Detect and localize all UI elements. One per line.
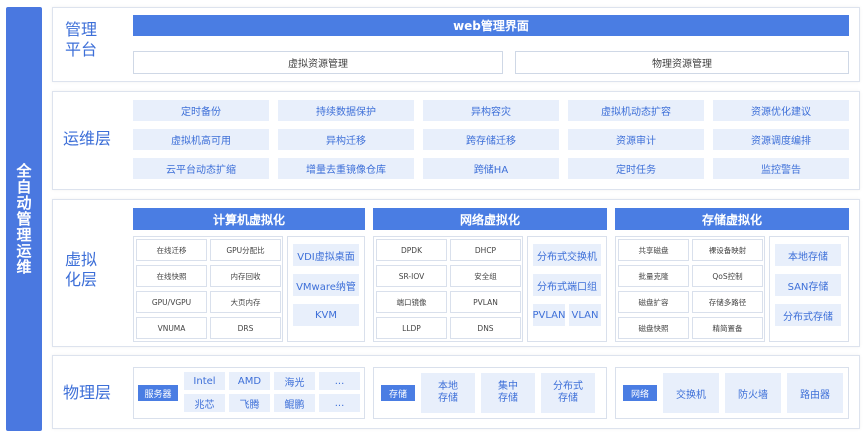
server-tag: 服务器 <box>138 385 178 401</box>
ops-item: 虚拟机动态扩容 <box>568 100 704 121</box>
server-vendor: AMD <box>229 372 270 390</box>
compute-feature: DRS <box>210 317 281 339</box>
network-side-item: 分布式端口组 <box>533 274 601 296</box>
virtualization-title: 虚拟 化层 <box>65 250 98 289</box>
physical-title: 物理层 <box>63 383 112 402</box>
network-feature: LLDP <box>376 317 447 339</box>
virtual-resource-mgmt: 虚拟资源管理 <box>133 51 503 74</box>
network-side-item: 分布式交换机 <box>533 244 601 266</box>
server-vendor: ... <box>319 394 360 412</box>
storage-feature: 精简置备 <box>692 317 763 339</box>
side-banner: 全自动管理运维 <box>6 7 42 431</box>
physical-panel: 物理层 服务器 存储 网络 Intel AMD 海光... 兆芯 飞腾 鲲鹏... 本地 存储… <box>52 355 860 429</box>
compute-feature: VNUMA <box>136 317 207 339</box>
storage-feature: 裸设备映射 <box>692 239 763 261</box>
storage-feature: 存储多路径 <box>692 291 763 313</box>
physical-resource-mgmt: 物理资源管理 <box>515 51 849 74</box>
phys-storage-item: 集中 存储 <box>481 373 535 413</box>
compute-feature: GPU分配比 <box>210 239 281 261</box>
ops-title: 运维层 <box>63 129 112 148</box>
network-feature: DPDK <box>376 239 447 261</box>
side-title: 全自动管理运维 <box>14 163 33 275</box>
ops-item: 定时备份 <box>133 100 269 121</box>
storage-feature: 磁盘快照 <box>618 317 689 339</box>
network-feature: 安全组 <box>450 265 521 287</box>
network-feature: DHCP <box>450 239 521 261</box>
phys-storage-item-line: 存储 <box>498 393 518 404</box>
compute-side-item: VDI虚拟桌面 <box>293 244 359 266</box>
storage-feature: 共享磁盘 <box>618 239 689 261</box>
ops-item: 资源优化建议 <box>713 100 849 121</box>
storage-virt-header: 存储虚拟化 <box>615 208 849 230</box>
ops-item: 增量去重镜像仓库 <box>278 158 414 179</box>
virtualization-panel: 虚拟 化层 计算机虚拟化 网络虚拟化 存储虚拟化 在线迁移 GPU分配比 在线快照内… <box>52 199 860 347</box>
network-feature: SR-IOV <box>376 265 447 287</box>
server-vendor: 鲲鹏 <box>274 394 315 412</box>
ops-item: 资源调度编排 <box>713 129 849 150</box>
server-vendor: 海光 <box>274 372 315 390</box>
storage-side-item: SAN存储 <box>775 274 841 296</box>
ops-item: 异构容灾 <box>423 100 559 121</box>
phys-storage-item: 分布式 存储 <box>541 373 595 413</box>
server-vendor: ... <box>319 372 360 390</box>
phys-storage-tag: 存储 <box>381 385 415 401</box>
storage-side-item: 本地存储 <box>775 244 841 266</box>
network-feature: 端口镜像 <box>376 291 447 313</box>
ops-item: 定时任务 <box>568 158 704 179</box>
phys-storage-item-line: 存储 <box>438 393 458 404</box>
phys-storage-item-line: 分布式 <box>553 381 583 392</box>
compute-side-item: VMware纳管 <box>293 274 359 296</box>
ops-item: 跨存储迁移 <box>423 129 559 150</box>
phys-network-tag: 网络 <box>623 385 657 401</box>
management-title: 管理 平台 <box>65 20 98 59</box>
ops-item: 异构迁移 <box>278 129 414 150</box>
storage-feature: QoS控制 <box>692 265 763 287</box>
server-vendor: 兆芯 <box>184 394 225 412</box>
ops-item: 虚拟机高可用 <box>133 129 269 150</box>
compute-feature: GPU/VGPU <box>136 291 207 313</box>
phys-storage-item-line: 存储 <box>558 393 578 404</box>
management-panel: 管理 平台 web管理界面 虚拟资源管理 物理资源管理 <box>52 7 860 82</box>
compute-feature: 在线迁移 <box>136 239 207 261</box>
server-vendor: 飞腾 <box>229 394 270 412</box>
compute-feature: 内存回收 <box>210 265 281 287</box>
phys-storage-item-line: 本地 <box>438 381 458 392</box>
storage-feature: 批量克隆 <box>618 265 689 287</box>
server-vendor: Intel <box>184 372 225 390</box>
ops-item: 资源审计 <box>568 129 704 150</box>
phys-network-item: 交换机 <box>663 373 719 413</box>
storage-feature: 磁盘扩容 <box>618 291 689 313</box>
phys-network-item: 路由器 <box>787 373 843 413</box>
compute-feature: 在线快照 <box>136 265 207 287</box>
phys-storage-item: 本地 存储 <box>421 373 475 413</box>
web-ui-bar: web管理界面 <box>133 15 849 36</box>
ops-item: 跨储HA <box>423 158 559 179</box>
compute-virt-header: 计算机虚拟化 <box>133 208 365 230</box>
ops-panel: 运维层 定时备份 持续数据保护 异构容灾 虚拟机动态扩容 资源优化建议虚拟机高可用 异构迁… <box>52 91 860 190</box>
network-virt-header: 网络虚拟化 <box>373 208 607 230</box>
network-vlan-item: VLAN <box>569 304 601 326</box>
network-vlan-item: PVLAN <box>533 304 566 326</box>
phys-network-item: 防火墙 <box>725 373 781 413</box>
ops-item: 持续数据保护 <box>278 100 414 121</box>
phys-storage-item-line: 集中 <box>498 381 518 392</box>
compute-feature: 大页内存 <box>210 291 281 313</box>
network-feature: PVLAN <box>450 291 521 313</box>
storage-side-item: 分布式存储 <box>775 304 841 326</box>
ops-item: 监控警告 <box>713 158 849 179</box>
network-feature: DNS <box>450 317 521 339</box>
ops-item: 云平台动态扩缩 <box>133 158 269 179</box>
compute-side-item: KVM <box>293 304 359 326</box>
